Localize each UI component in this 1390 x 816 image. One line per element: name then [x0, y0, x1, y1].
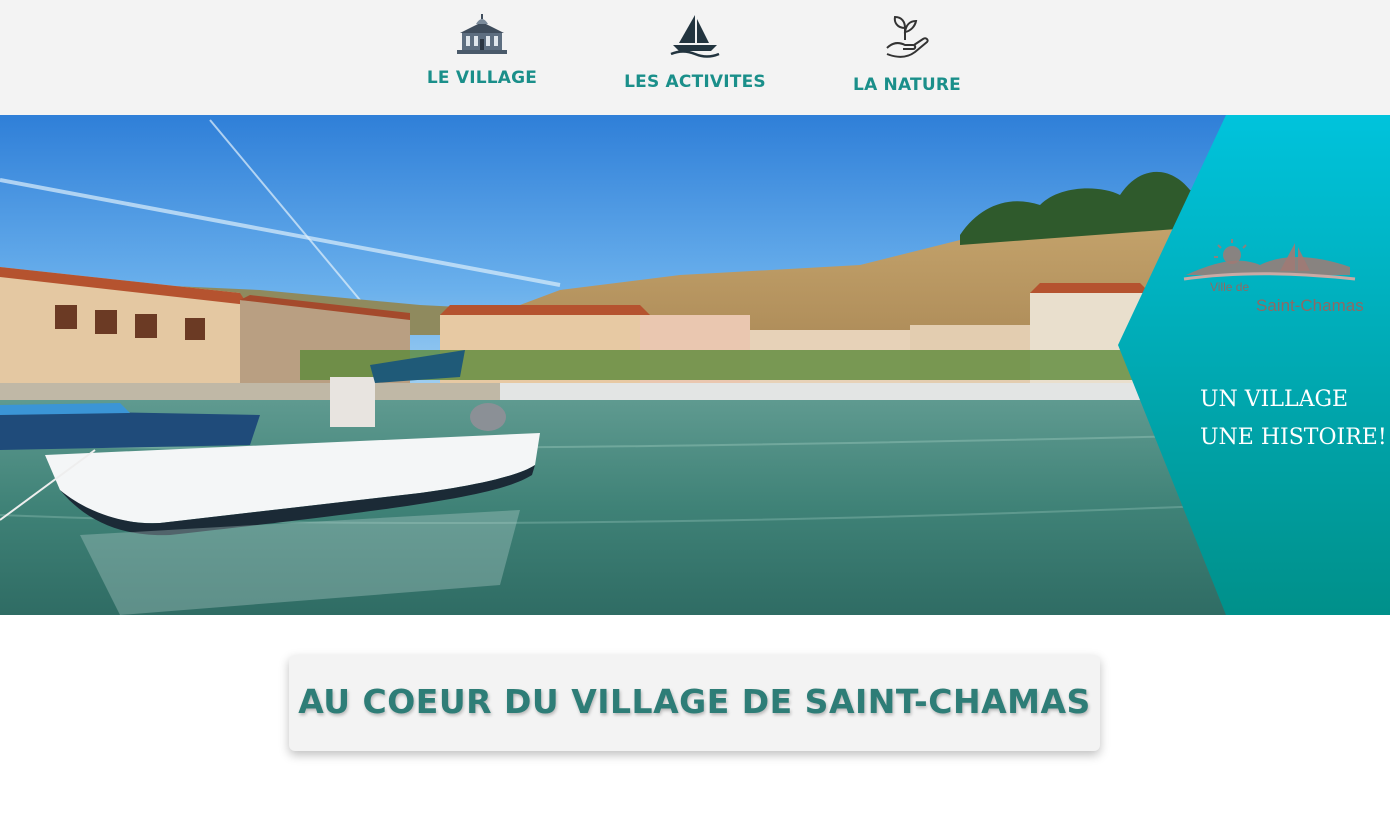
page-heading: AU COEUR DU VILLAGE DE SAINT-CHAMAS [298, 682, 1091, 721]
svg-text:Saint-Chamas: Saint-Chamas [1256, 296, 1364, 315]
nav-item-label: LES ACTIVITES [624, 72, 766, 92]
nav-item-les-activites[interactable]: LES ACTIVITES [595, 0, 795, 115]
hand-plant-icon [883, 14, 931, 65]
nav-item-label: LE VILLAGE [426, 68, 538, 88]
svg-text:Ville de: Ville de [1210, 280, 1249, 294]
nav-item-la-nature[interactable]: LA NATURE [807, 0, 1007, 115]
sailboat-icon [669, 13, 721, 64]
hero-title: UN VILLAGE UNE HISTOIRE! [1200, 381, 1387, 457]
hero-title-line-2: UNE HISTOIRE! [1200, 425, 1387, 450]
section-title-card: AU COEUR DU VILLAGE DE SAINT-CHAMAS [289, 655, 1100, 751]
saint-chamas-logo: Ville de Saint-Chamas [1180, 235, 1380, 330]
hero-banner: Ville de Saint-Chamas UN VILLAGE UNE HIS… [0, 115, 1390, 615]
hero-harbour-image [0, 115, 1390, 615]
town-hall-icon [457, 14, 507, 61]
nav-item-le-village[interactable]: LE VILLAGE [382, 0, 582, 115]
hero-title-line-1: UN VILLAGE [1200, 387, 1349, 412]
nav-item-label: LA NATURE [853, 75, 961, 95]
top-navigation: LE VILLAGE LES ACTIVITES LA NATURE [0, 0, 1390, 115]
